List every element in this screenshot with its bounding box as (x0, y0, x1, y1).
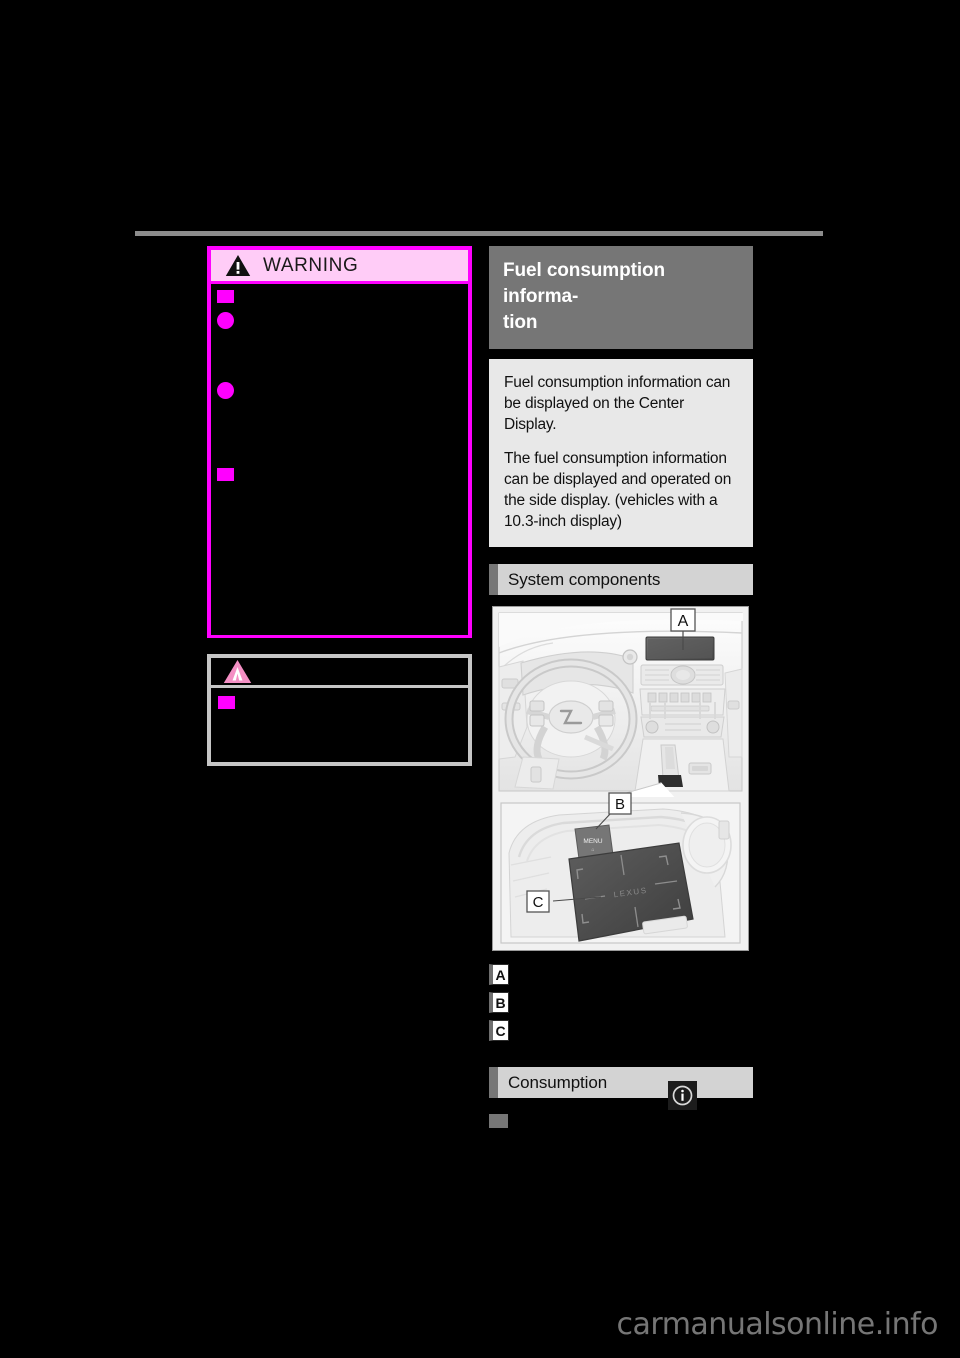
notice-header (211, 658, 468, 688)
notice-box (207, 654, 472, 766)
page-title-line-2: tion (503, 312, 538, 333)
section-header-consumption: Consumption (489, 1067, 753, 1098)
svg-text:B: B (615, 796, 625, 813)
consumption-section: Consumption (489, 1067, 753, 1128)
site-watermark: carmanualsonline.info (616, 1307, 939, 1342)
illustration-svg: A MENU ⌂ B LEXUS C (493, 607, 748, 950)
svg-text:A: A (678, 613, 689, 630)
warning-bullet-square-2 (217, 468, 234, 481)
notice-bullet-square-1 (218, 696, 235, 709)
svg-text:C: C (533, 894, 544, 911)
legend-row-b: B (489, 992, 753, 1020)
system-components-heading: System components (508, 569, 661, 589)
consumption-heading: Consumption (508, 1072, 608, 1092)
information-icon (668, 1081, 697, 1110)
right-column: Fuel consumption informa- tion Fuel cons… (489, 246, 753, 1132)
legend-marker-b: B (489, 992, 509, 1013)
notice-triangle-icon (223, 660, 252, 683)
page-title: Fuel consumption informa- tion (489, 246, 753, 349)
warning-bullet-dot-1 (217, 312, 234, 329)
warning-bullet-dot-2 (217, 382, 234, 399)
intro-panel: Fuel consumption information can be disp… (489, 359, 753, 547)
info-circle-icon (672, 1085, 693, 1106)
warning-title: WARNING (263, 254, 359, 276)
consumption-bullet-square-1 (489, 1114, 508, 1128)
legend-row-c: C (489, 1020, 753, 1048)
left-column: WARNING (207, 246, 472, 638)
notice-body (211, 688, 468, 760)
intro-paragraph-1: Fuel consumption information can be disp… (504, 374, 731, 433)
warning-bullet-square-1 (217, 290, 234, 303)
legend-marker-a: A (489, 964, 509, 985)
page-title-line-1: Fuel consumption informa- (503, 260, 666, 307)
vehicle-interior-illustration: A MENU ⌂ B LEXUS C (492, 606, 749, 951)
header-rule-left (135, 231, 642, 236)
warning-box: WARNING (207, 246, 472, 638)
manual-page: WARNING Fuel consumption informa- tion F… (0, 0, 960, 1358)
legend-row-a: A (489, 964, 753, 992)
intro-paragraph-2: The fuel consumption information can be … (504, 450, 732, 530)
header-rule-right (642, 231, 823, 236)
svg-text:MENU: MENU (583, 838, 602, 845)
warning-triangle-icon (225, 255, 251, 276)
legend-marker-c: C (489, 1020, 509, 1041)
illustration-legend: A B C (489, 964, 753, 1048)
warning-body (211, 284, 468, 635)
svg-text:⌂: ⌂ (591, 847, 594, 853)
section-header-system-components: System components (489, 564, 753, 595)
warning-header: WARNING (211, 250, 468, 284)
